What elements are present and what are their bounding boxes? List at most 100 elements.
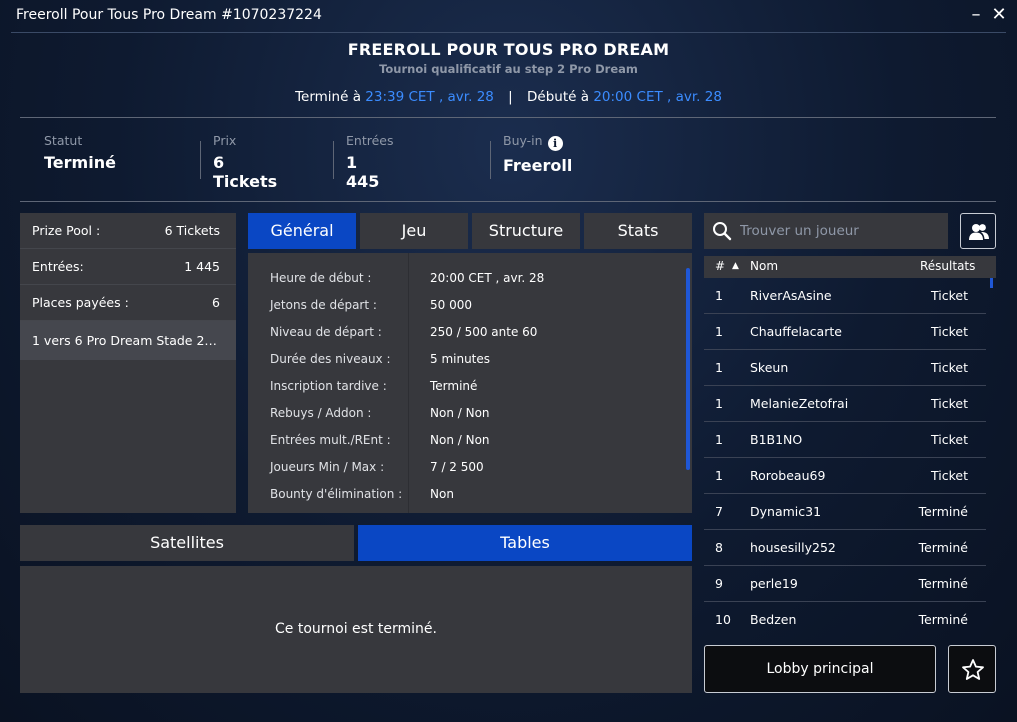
general-scrollbar[interactable] bbox=[686, 268, 690, 470]
info-label: Joueurs Min / Max : bbox=[270, 460, 385, 474]
stat-value: Freeroll bbox=[503, 156, 573, 175]
info-value: Non / Non bbox=[430, 406, 490, 420]
info-value: 50 000 bbox=[430, 298, 472, 312]
player-row[interactable]: 1 B1B1NO Ticket bbox=[704, 422, 986, 458]
tables-panel: Ce tournoi est terminé. bbox=[20, 566, 692, 693]
player-rank: 1 bbox=[715, 468, 723, 483]
prize-row: Places payées : 6 bbox=[20, 285, 236, 321]
users-icon bbox=[969, 224, 989, 240]
prize-row: Prize Pool : 6 Tickets bbox=[20, 213, 236, 249]
player-rank: 1 bbox=[715, 432, 723, 447]
player-row[interactable]: 9 perle19 Terminé bbox=[704, 566, 986, 602]
tournament-name: FREEROLL POUR TOUS PRO DREAM bbox=[347, 40, 670, 59]
player-row[interactable]: 1 Chauffelacarte Ticket bbox=[704, 314, 986, 350]
tournament-header: FREEROLL POUR TOUS PRO DREAM Tournoi qua… bbox=[0, 40, 1017, 105]
player-result: Ticket bbox=[931, 432, 968, 447]
close-button[interactable]: ✕ bbox=[989, 5, 1009, 25]
player-row[interactable]: 1 RiverAsAsine Ticket bbox=[704, 278, 986, 314]
info-label: Bounty d'élimination : bbox=[270, 487, 403, 501]
title-divider bbox=[11, 32, 1006, 33]
stat-value: 6 Tickets bbox=[213, 153, 278, 191]
info-label: Rebuys / Addon : bbox=[270, 406, 372, 420]
started-time: 20:00 CET , avr. 28 bbox=[593, 89, 722, 105]
stat-value: Terminé bbox=[44, 153, 116, 172]
info-row: Inscription tardive : Terminé bbox=[248, 374, 692, 401]
players-table-header: # ▲ Nom Résultats bbox=[704, 256, 996, 278]
player-search[interactable] bbox=[704, 213, 948, 249]
friends-button[interactable] bbox=[960, 213, 996, 249]
window-title: Freeroll Pour Tous Pro Dream #1070237224 bbox=[16, 7, 322, 23]
player-rank: 8 bbox=[715, 540, 723, 555]
rank-header[interactable]: # bbox=[715, 259, 725, 273]
player-name: Rorobeau69 bbox=[750, 468, 826, 483]
player-result: Ticket bbox=[931, 324, 968, 339]
sort-asc-icon[interactable]: ▲ bbox=[732, 261, 739, 271]
tournament-times: Terminé à 23:39 CET , avr. 28 | Débuté à… bbox=[0, 89, 1017, 105]
started-label: Débuté à bbox=[527, 89, 590, 105]
player-result: Terminé bbox=[918, 612, 968, 627]
players-list: 1 RiverAsAsine Ticket 1 Chauffelacarte T… bbox=[704, 278, 986, 638]
player-rank: 9 bbox=[715, 576, 723, 591]
stat-separator bbox=[490, 141, 491, 179]
info-label: Jetons de départ : bbox=[270, 298, 377, 312]
info-icon[interactable]: i bbox=[547, 136, 563, 151]
player-row[interactable]: 1 MelanieZetofrai Ticket bbox=[704, 386, 986, 422]
info-row: Heure de début : 20:00 CET , avr. 28 bbox=[248, 266, 692, 293]
player-row[interactable]: 1 Rorobeau69 Ticket bbox=[704, 458, 986, 494]
payout-row[interactable]: 1 vers 6 Pro Dream Stade 2 ... bbox=[20, 321, 236, 360]
ended-time: 23:39 CET , avr. 28 bbox=[365, 89, 494, 105]
ended-label: Terminé à bbox=[295, 89, 361, 105]
info-label: Niveau de départ : bbox=[270, 325, 382, 339]
player-result: Terminé bbox=[918, 576, 968, 591]
player-rank: 10 bbox=[715, 612, 731, 627]
favorite-button[interactable] bbox=[948, 645, 996, 693]
stat-buyin: Buy-in i Freeroll bbox=[503, 133, 572, 179]
search-icon bbox=[713, 222, 732, 241]
player-result: Terminé bbox=[918, 504, 968, 519]
title-bar: Freeroll Pour Tous Pro Dream #1070237224… bbox=[0, 0, 1017, 32]
stat-label: Statut bbox=[44, 133, 83, 148]
star-icon bbox=[962, 659, 984, 680]
info-value: 7 / 2 500 bbox=[430, 460, 484, 474]
main-lobby-button[interactable]: Lobby principal bbox=[704, 645, 936, 693]
info-value: Terminé bbox=[430, 379, 478, 393]
info-label: Durée des niveaux : bbox=[270, 352, 391, 366]
result-header[interactable]: Résultats bbox=[920, 259, 975, 273]
info-row: Bounty d'élimination : Non bbox=[248, 482, 692, 509]
tab-tables[interactable]: Tables bbox=[358, 525, 692, 561]
stat-entries: Entrées 1 445 bbox=[346, 133, 394, 191]
prize-pool-panel: Prize Pool : 6 Tickets Entrées: 1 445 Pl… bbox=[20, 213, 236, 513]
player-row[interactable]: 7 Dynamic31 Terminé bbox=[704, 494, 986, 530]
tab-satellites[interactable]: Satellites bbox=[20, 525, 354, 561]
player-row[interactable]: 10 Bedzen Terminé bbox=[704, 602, 986, 638]
tab-stats[interactable]: Stats bbox=[584, 213, 692, 249]
name-header[interactable]: Nom bbox=[750, 259, 778, 273]
buyin-label: Buy-in bbox=[503, 133, 543, 148]
stat-label: Prix bbox=[213, 133, 237, 148]
prize-row-value: 6 Tickets bbox=[164, 223, 220, 238]
times-separator: | bbox=[508, 89, 513, 105]
info-row: Durée des niveaux : 5 minutes bbox=[248, 347, 692, 374]
player-rank: 1 bbox=[715, 360, 723, 375]
player-name: Chauffelacarte bbox=[750, 324, 842, 339]
stat-label: Entrées bbox=[346, 133, 394, 148]
tab-structure[interactable]: Structure bbox=[472, 213, 580, 249]
info-row: Joueurs Min / Max : 7 / 2 500 bbox=[248, 455, 692, 482]
stat-value: 1 445 bbox=[346, 153, 380, 191]
player-name: Skeun bbox=[750, 360, 789, 375]
info-row: Jetons de départ : 50 000 bbox=[248, 293, 692, 320]
minimize-button[interactable]: – bbox=[966, 5, 986, 25]
tab-general[interactable]: Général bbox=[248, 213, 356, 249]
player-result: Ticket bbox=[931, 288, 968, 303]
players-scrollbar[interactable] bbox=[990, 278, 993, 288]
player-row[interactable]: 8 housesilly252 Terminé bbox=[704, 530, 986, 566]
player-rank: 1 bbox=[715, 288, 723, 303]
search-input[interactable] bbox=[740, 213, 944, 249]
player-result: Ticket bbox=[931, 360, 968, 375]
prize-row-label: Entrées: bbox=[32, 259, 84, 274]
info-value: Non / Non bbox=[430, 433, 490, 447]
tab-game[interactable]: Jeu bbox=[360, 213, 468, 249]
prize-row: Entrées: 1 445 bbox=[20, 249, 236, 285]
prize-row-label: Prize Pool : bbox=[32, 223, 101, 238]
player-row[interactable]: 1 Skeun Ticket bbox=[704, 350, 986, 386]
